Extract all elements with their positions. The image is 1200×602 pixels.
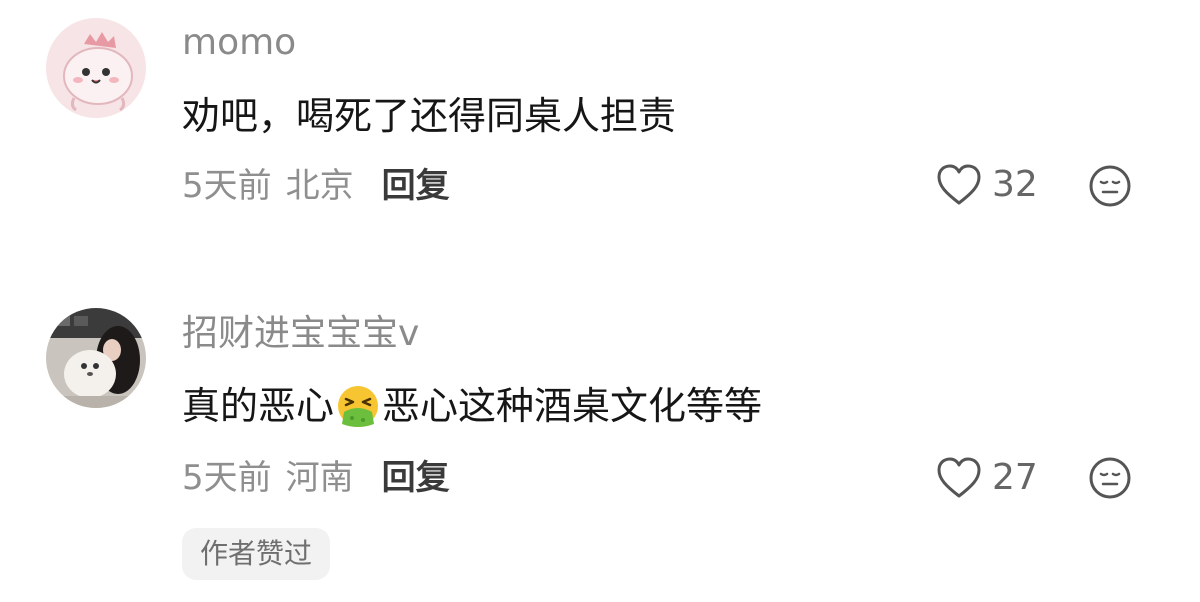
neutral-face-icon [1089,165,1131,207]
author-liked-badge: 作者赞过 [182,528,331,580]
comment-text-part-1: 真的恶心 [182,384,335,428]
like-button[interactable]: 32 [936,163,1038,207]
comment-location: 河南 [285,458,354,498]
comment-meta: 5天前 河南 回复 [182,456,450,500]
comment-text: 真的恶心 恶心这种酒桌文化等等 [182,382,762,430]
reply-button[interactable]: 回复 [382,164,450,208]
user-avatar[interactable] [46,308,146,408]
cartoon-dinosaur-avatar-icon [46,18,146,118]
photo-girl-with-dog-avatar-icon [46,308,146,408]
reply-button[interactable]: 回复 [382,456,450,500]
like-button[interactable]: 27 [936,456,1038,500]
vomiting-face-emoji-icon [338,386,379,427]
heart-icon [937,457,981,498]
comment-username[interactable]: momo [182,21,296,65]
like-count: 32 [992,164,1038,205]
neutral-face-icon [1089,457,1131,499]
comment-text: 劝吧，喝死了还得同桌人担责 [182,94,677,138]
user-avatar[interactable] [46,18,146,118]
like-count: 27 [992,457,1038,498]
comment-time: 5天前 [182,458,272,498]
comment-time: 5天前 [182,166,272,206]
dislike-button[interactable] [1088,456,1132,500]
comment-username[interactable]: 招财进宝宝宝v [182,312,419,356]
comment-text-part-2: 恶心这种酒桌文化等等 [382,384,763,428]
dislike-button[interactable] [1088,164,1132,208]
comment-location: 北京 [285,166,354,206]
heart-icon [937,164,981,205]
comment-meta: 5天前 北京 回复 [182,164,450,208]
